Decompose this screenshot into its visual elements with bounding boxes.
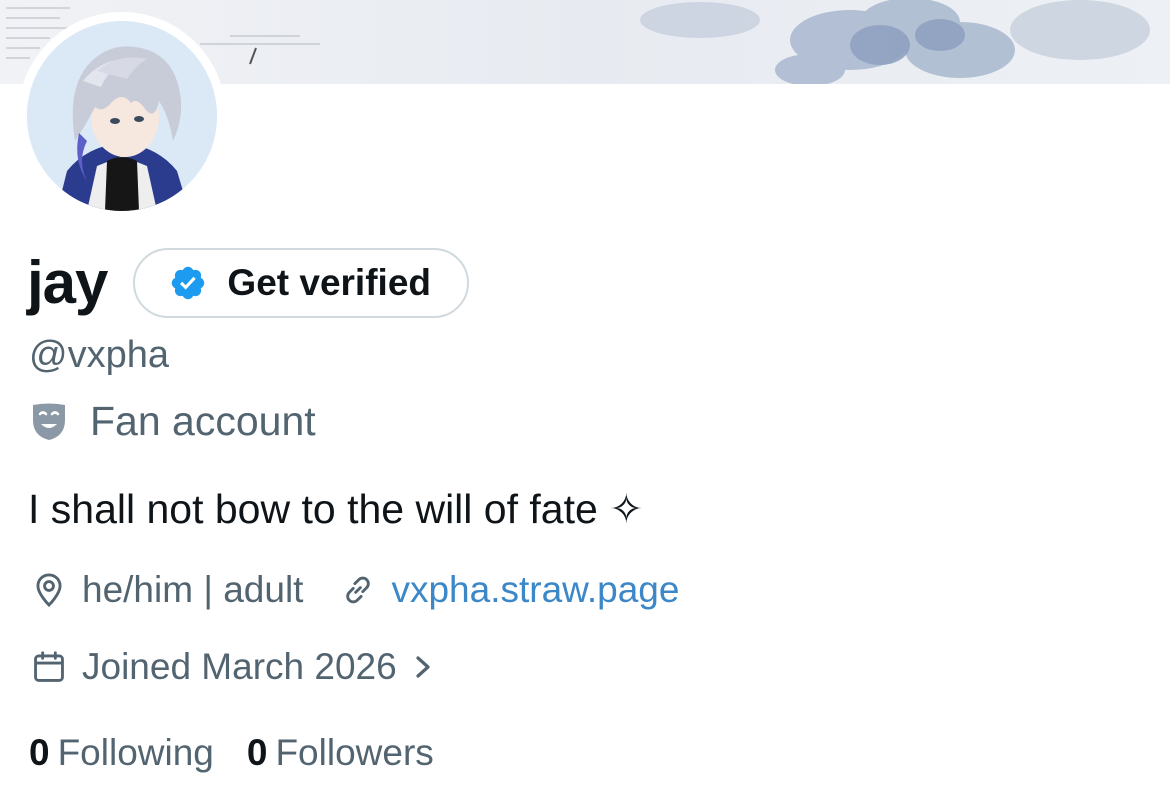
followers-count: 0 <box>246 732 268 773</box>
name-row: jay Get verified <box>27 246 469 320</box>
location-pin-icon <box>30 571 68 609</box>
followers-stat[interactable]: 0 Followers <box>247 732 434 774</box>
profile-website[interactable]: vxpha.straw.page <box>339 569 679 611</box>
following-stat[interactable]: 0 Following <box>29 732 214 774</box>
joined-text: Joined March 2026 <box>82 646 397 687</box>
following-label: Following <box>57 732 214 773</box>
profile-handle: @vxpha <box>29 334 169 376</box>
profile-stats: 0 Following 0 Followers <box>29 732 467 774</box>
theater-mask-icon <box>30 402 68 442</box>
avatar-image <box>27 21 217 211</box>
profile-bio: I shall not bow to the will of fate ✧ <box>28 486 644 532</box>
profile-page: jay Get verified @vxpha Fan account I sh… <box>0 0 1170 800</box>
profile-avatar[interactable] <box>18 12 226 220</box>
get-verified-button[interactable]: Get verified <box>133 248 469 318</box>
profile-joined[interactable]: Joined March 2026 <box>30 646 437 688</box>
calendar-icon <box>30 648 68 686</box>
profile-meta-row: he/him | adult vxpha.straw.page <box>30 569 679 611</box>
get-verified-label: Get verified <box>227 262 431 303</box>
followers-label: Followers <box>275 732 434 773</box>
following-count: 0 <box>29 732 50 773</box>
verified-badge-icon <box>169 264 207 302</box>
profile-location: he/him | adult <box>30 569 303 611</box>
category-label: Fan account <box>90 398 316 444</box>
website-link[interactable]: vxpha.straw.page <box>391 569 679 611</box>
chevron-right-icon[interactable] <box>411 648 437 686</box>
location-text: he/him | adult <box>82 569 304 610</box>
profile-category: Fan account <box>30 398 316 445</box>
display-name: jay <box>27 249 108 316</box>
link-icon <box>339 571 377 609</box>
